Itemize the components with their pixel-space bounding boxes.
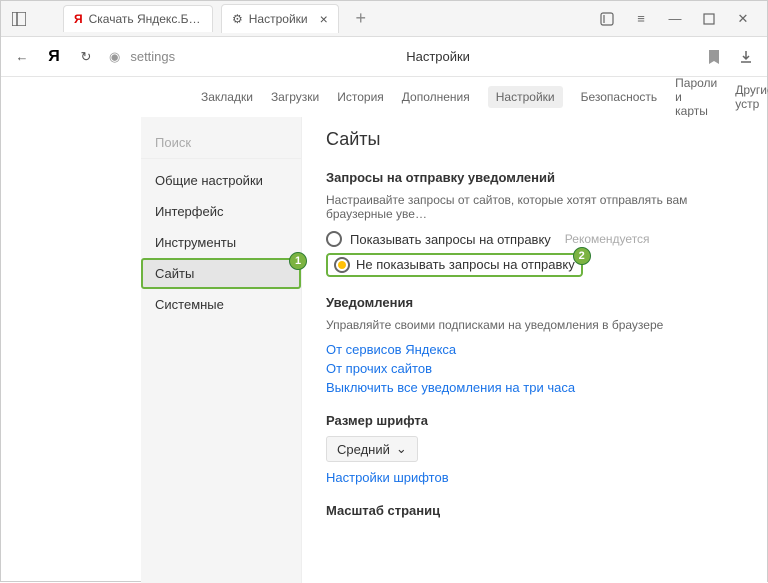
callout-badge-2: 2 — [573, 247, 591, 265]
download-icon[interactable] — [737, 48, 755, 66]
menu-icon[interactable]: ≡ — [633, 11, 649, 27]
radio-icon — [334, 257, 350, 273]
nav-history[interactable]: История — [337, 90, 384, 104]
section-notifications-desc: Управляйте своими подписками на уведомле… — [326, 318, 743, 332]
link-yandex-services[interactable]: От сервисов Яндекса — [326, 342, 743, 357]
toolbar: ← Я ↻ ◉ settings Настройки — [1, 37, 767, 77]
link-mute-3h[interactable]: Выключить все уведомления на три часа — [326, 380, 743, 395]
link-font-settings[interactable]: Настройки шрифтов — [326, 470, 743, 485]
fontsize-select[interactable]: Средний ⌄ — [326, 436, 418, 462]
back-button[interactable]: ← — [13, 48, 31, 66]
sidebar-item-system[interactable]: Системные — [141, 289, 301, 320]
tab-label: Скачать Яндекс.Браузер д… — [89, 12, 202, 26]
nav-bookmarks[interactable]: Закладки — [201, 90, 253, 104]
gear-icon: ⚙ — [232, 12, 243, 26]
sidebar-item-interface[interactable]: Интерфейс — [141, 196, 301, 227]
bookmark-icon[interactable] — [705, 48, 723, 66]
sidebar-item-tools[interactable]: Инструменты — [141, 227, 301, 258]
address-text: settings — [130, 49, 175, 64]
nav-downloads[interactable]: Загрузки — [271, 90, 319, 104]
address-bar[interactable]: ◉ settings Настройки — [109, 49, 691, 65]
sidebar-item-general[interactable]: Общие настройки — [141, 165, 301, 196]
yandex-favicon-icon: Я — [74, 12, 83, 26]
yandex-logo-icon[interactable]: Я — [45, 48, 63, 66]
new-tab-button[interactable]: + — [347, 5, 375, 33]
content: Сайты Запросы на отправку уведомлений На… — [301, 117, 767, 583]
nav-security[interactable]: Безопасность — [581, 90, 658, 104]
chevron-down-icon: ⌄ — [396, 441, 407, 457]
settings-nav: Закладки Загрузки История Дополнения Нас… — [1, 77, 767, 117]
main: Поиск Общие настройки Интерфейс Инструме… — [1, 117, 767, 583]
section-notif-requests-title: Запросы на отправку уведомлений — [326, 170, 743, 185]
select-value: Средний — [337, 442, 390, 457]
callout-badge-1: 1 — [289, 252, 307, 270]
globe-icon: ◉ — [109, 49, 120, 65]
radio-hide-requests[interactable]: Не показывать запросы на отправку 2 — [326, 253, 583, 277]
search-input[interactable]: Поиск — [141, 127, 301, 159]
link-other-sites[interactable]: От прочих сайтов — [326, 361, 743, 376]
reader-icon[interactable] — [599, 11, 615, 27]
sidebar-item-label: Сайты — [155, 266, 194, 281]
close-icon[interactable]: ✕ — [735, 11, 751, 27]
tab-download[interactable]: Я Скачать Яндекс.Браузер д… — [63, 5, 213, 32]
sidebar-item-sites[interactable]: Сайты 1 — [141, 258, 301, 289]
nav-settings[interactable]: Настройки — [488, 86, 563, 108]
radio-hint: Рекомендуется — [565, 232, 650, 246]
nav-addons[interactable]: Дополнения — [402, 90, 470, 104]
radio-icon — [326, 231, 342, 247]
section-notif-requests-desc: Настраивайте запросы от сайтов, которые … — [326, 193, 743, 221]
panels-icon[interactable] — [11, 11, 27, 27]
radio-label: Показывать запросы на отправку — [350, 232, 551, 247]
titlebar: Я Скачать Яндекс.Браузер д… ⚙ Настройки … — [1, 1, 767, 37]
page-title: Настройки — [185, 49, 691, 64]
radio-label: Не показывать запросы на отправку — [356, 257, 575, 273]
sidebar: Поиск Общие настройки Интерфейс Инструме… — [141, 117, 301, 583]
section-zoom-title: Масштаб страниц — [326, 503, 743, 518]
nav-passwords[interactable]: Пароли и карты — [675, 76, 717, 118]
close-icon[interactable]: × — [320, 11, 328, 27]
minimize-icon[interactable]: — — [667, 11, 683, 27]
nav-other[interactable]: Другие устр — [735, 83, 768, 111]
tab-label: Настройки — [249, 12, 308, 26]
radio-show-requests[interactable]: Показывать запросы на отправку Рекоменду… — [326, 231, 743, 247]
section-fontsize-title: Размер шрифта — [326, 413, 743, 428]
maximize-icon[interactable] — [701, 11, 717, 27]
section-notifications-title: Уведомления — [326, 295, 743, 310]
reload-button[interactable]: ↻ — [77, 48, 95, 66]
tab-settings[interactable]: ⚙ Настройки × — [221, 4, 339, 33]
content-heading: Сайты — [326, 129, 743, 150]
